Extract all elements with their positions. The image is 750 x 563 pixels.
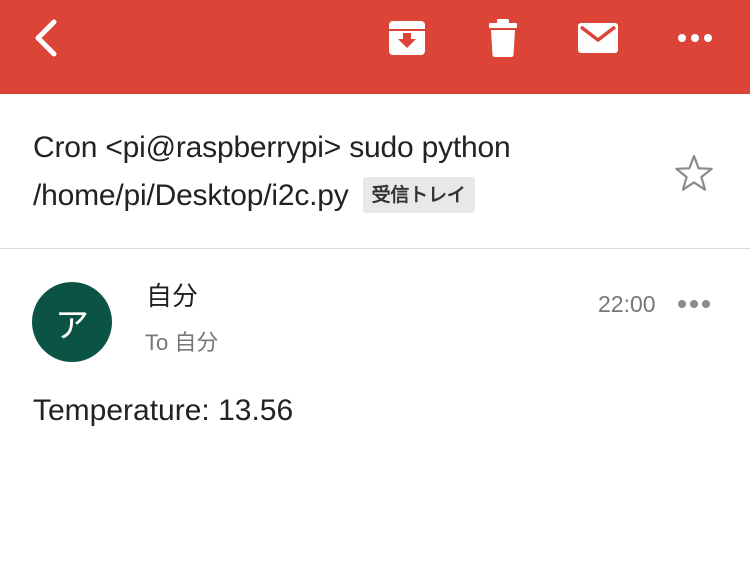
chevron-left-icon: [35, 19, 57, 57]
inbox-label-chip[interactable]: 受信トレイ: [362, 177, 475, 213]
message-more-button[interactable]: [672, 286, 716, 322]
trash-icon: [489, 19, 517, 57]
toolbar: [0, 0, 750, 94]
envelope-icon: [578, 23, 618, 53]
archive-icon: [389, 21, 425, 55]
delete-button[interactable]: [478, 0, 528, 76]
mark-unread-button[interactable]: [572, 0, 624, 76]
star-icon: [675, 154, 713, 191]
message-time: 22:00: [598, 291, 656, 317]
more-options-button[interactable]: [670, 0, 720, 76]
recipient-prefix: To: [145, 330, 169, 355]
sender-avatar[interactable]: ア: [32, 282, 112, 362]
back-button[interactable]: [22, 0, 72, 76]
more-horizontal-icon: [678, 300, 710, 308]
archive-button[interactable]: [382, 0, 432, 76]
recipient-line[interactable]: To 自分: [145, 325, 218, 357]
sender-name: 自分: [146, 282, 199, 312]
subject-header: Cron <pi@raspberrypi> sudo python /home/…: [0, 94, 750, 249]
star-button[interactable]: [668, 148, 720, 198]
recipient-name: 自分: [174, 331, 219, 356]
message-body: Temperature: 13.56: [33, 394, 294, 427]
subject-line: Cron <pi@raspberrypi> sudo python /home/…: [33, 124, 633, 220]
more-horizontal-icon: [678, 34, 712, 42]
